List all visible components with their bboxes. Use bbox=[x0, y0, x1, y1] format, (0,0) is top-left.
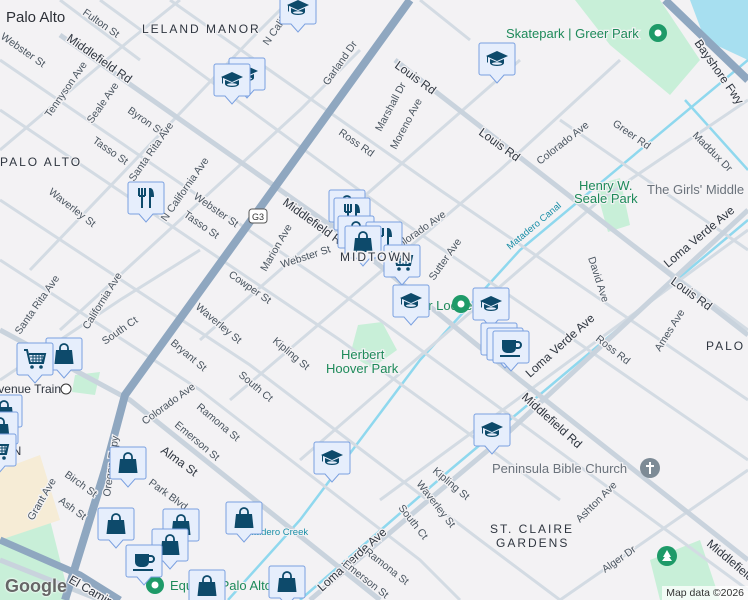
street-label: Maddux Dr bbox=[690, 130, 735, 175]
school-marker[interactable] bbox=[392, 284, 430, 326]
shop-marker[interactable] bbox=[97, 507, 135, 549]
neighborhood-label-midtown: MIDTOWN bbox=[340, 250, 412, 264]
school-marker[interactable] bbox=[473, 413, 511, 455]
street-label: Loma Verde Ave bbox=[523, 311, 598, 380]
route-shield-label: G3 bbox=[252, 212, 264, 222]
street-label: Alger Dr bbox=[600, 543, 639, 575]
street-label: Cowper St bbox=[226, 269, 273, 307]
grocery-marker[interactable] bbox=[16, 342, 54, 384]
neighborhood-label: LELAND MANOR bbox=[142, 22, 261, 36]
park-label: Skatepark | Greer Park bbox=[506, 26, 639, 41]
top-labels: MIDTOWN bbox=[338, 248, 412, 266]
street-label: Kipling St bbox=[270, 335, 312, 373]
park-pin[interactable] bbox=[649, 24, 667, 42]
street-label: Tasso St bbox=[90, 135, 130, 168]
school-marker[interactable] bbox=[213, 63, 251, 105]
street-label: Park Blvd bbox=[146, 477, 190, 513]
park-label: Hoover Park bbox=[326, 361, 399, 376]
street-label: Ashton Ave bbox=[574, 479, 620, 525]
shop-marker[interactable] bbox=[109, 446, 147, 488]
map-attribution[interactable]: Map data ©2026 bbox=[662, 586, 748, 600]
school-marker[interactable] bbox=[472, 287, 510, 329]
city-label: PALO ALTO bbox=[0, 155, 82, 169]
park-pin[interactable] bbox=[657, 546, 677, 566]
google-logo[interactable]: Google bbox=[5, 576, 67, 597]
city-label: Palo Alto bbox=[6, 9, 65, 26]
map-canvas[interactable]: G3 Palo Alto PALO ALTO PALO LELAND MANOR… bbox=[0, 0, 748, 600]
street-label: Ash St bbox=[56, 495, 88, 523]
poi-label: Peninsula Bible Church bbox=[492, 461, 627, 476]
street-label: Santa Rita Ave bbox=[13, 273, 63, 337]
street-label: Tennyson Ave bbox=[43, 59, 90, 119]
neighborhood-label: GARDENS bbox=[496, 536, 569, 550]
street-label: Colorado Ave bbox=[140, 381, 198, 428]
school-marker[interactable] bbox=[478, 42, 516, 84]
street-label: South Ct bbox=[236, 369, 275, 405]
street-label: David Ave bbox=[585, 255, 611, 304]
street-label: Louis Rd bbox=[476, 125, 523, 164]
park-label: Seale Park bbox=[574, 191, 638, 206]
park-label: Herbert bbox=[341, 347, 385, 362]
route-shield-g3: G3 bbox=[248, 208, 268, 224]
street-label: Greer Rd bbox=[610, 118, 652, 153]
city-label: PALO bbox=[706, 339, 745, 353]
shop-marker[interactable] bbox=[188, 569, 226, 600]
street-label: Colorado Ave bbox=[534, 119, 591, 167]
poi-label: California Avenue Train bbox=[0, 382, 61, 396]
street-label: Bryant St bbox=[168, 337, 209, 374]
poi-label: The Girls' Middle School bbox=[647, 182, 748, 197]
street-label: Louis Rd bbox=[668, 274, 715, 313]
street-label: South Ct bbox=[100, 314, 140, 347]
shop-marker[interactable] bbox=[268, 565, 306, 600]
school-marker[interactable] bbox=[313, 441, 351, 483]
church-pin[interactable] bbox=[640, 458, 660, 478]
water-label: Matadero Canal bbox=[505, 200, 564, 252]
school-marker[interactable] bbox=[279, 0, 317, 33]
neighborhood-label: ST. CLAIRE bbox=[490, 522, 574, 536]
street-label: Birch St bbox=[62, 469, 99, 500]
park-pin[interactable] bbox=[452, 295, 470, 313]
street-label: Seale Ave bbox=[85, 80, 122, 126]
train-station-icon[interactable] bbox=[60, 383, 72, 395]
